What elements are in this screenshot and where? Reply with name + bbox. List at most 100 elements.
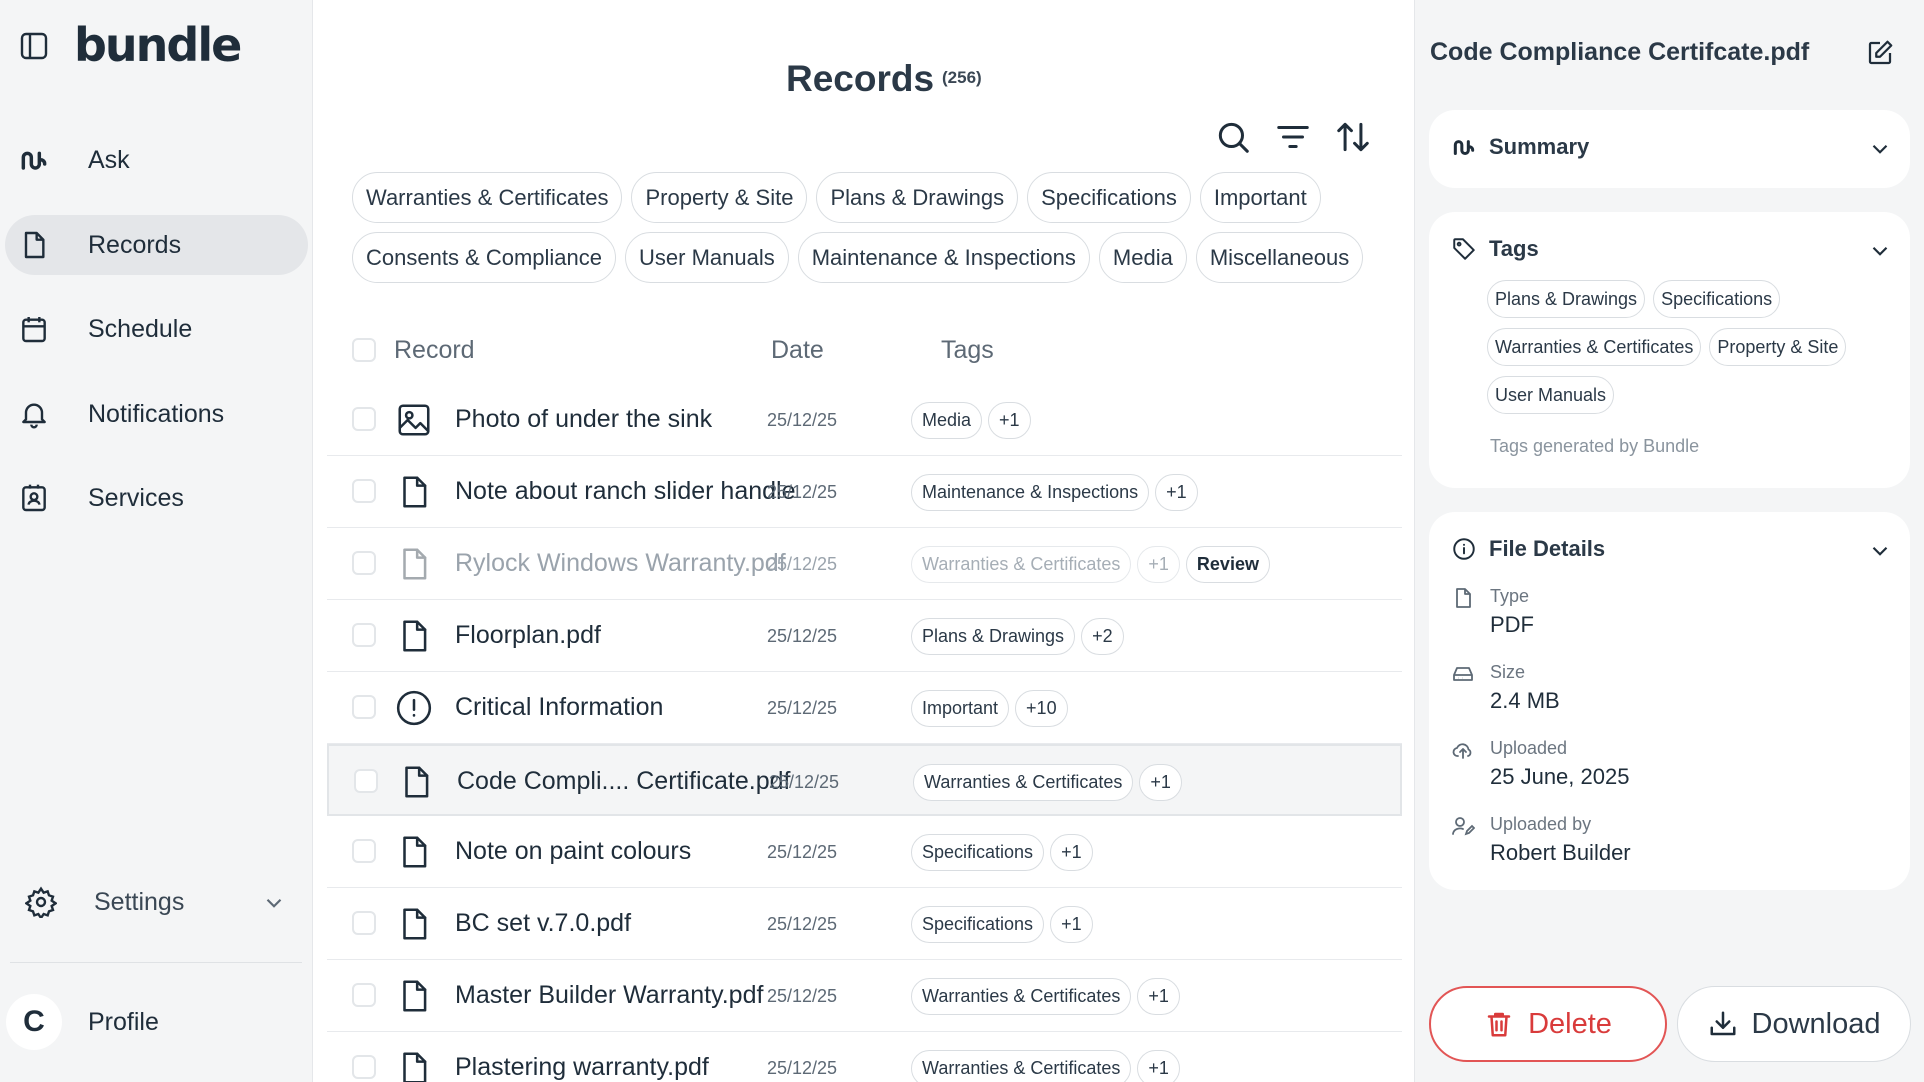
more-tags-chip[interactable]: +1 [988, 402, 1031, 439]
record-name[interactable]: Master Builder Warranty.pdf [455, 981, 763, 1010]
record-name[interactable]: Photo of under the sink [455, 405, 712, 434]
record-name[interactable]: Note about ranch slider handle [455, 477, 796, 506]
tag-chip[interactable]: Warranties & Certificates [911, 546, 1132, 583]
table-row[interactable]: BC set v.7.0.pdf 25/12/25 Specifications +1 [327, 888, 1402, 960]
row-checkbox[interactable] [352, 407, 376, 431]
row-checkbox[interactable] [352, 551, 376, 575]
more-tags-chip[interactable]: +1 [1137, 1050, 1180, 1082]
review-badge[interactable]: Review [1185, 546, 1270, 583]
sidebar-item-services[interactable]: Services [5, 468, 308, 528]
table-row[interactable]: Photo of under the sink 25/12/25 Media +1 [327, 384, 1402, 456]
profile-link[interactable]: Profile [88, 1008, 159, 1037]
record-tags: Maintenance & Inspections +1 [911, 474, 1198, 511]
document-icon [403, 836, 427, 868]
filter-chip[interactable]: Property & Site [631, 172, 808, 223]
tag-chip[interactable]: Warranties & Certificates [911, 978, 1132, 1015]
more-tags-chip[interactable]: +2 [1081, 618, 1124, 655]
more-tags-chip[interactable]: +1 [1050, 906, 1093, 943]
row-checkbox[interactable] [352, 479, 376, 503]
filter-chip[interactable]: User Manuals [625, 232, 789, 283]
record-name[interactable]: Critical Information [455, 693, 663, 722]
file-tag[interactable]: Specifications [1653, 280, 1781, 318]
settings-menu[interactable]: Settings [5, 872, 308, 932]
tag-chip[interactable]: Warranties & Certificates [911, 1050, 1132, 1082]
file-tag[interactable]: Property & Site [1709, 328, 1847, 366]
sidebar-item-ask[interactable]: Ask [5, 130, 308, 190]
info-icon [1453, 538, 1475, 560]
file-tag[interactable]: User Manuals [1487, 376, 1615, 414]
more-tags-chip[interactable]: +1 [1155, 474, 1198, 511]
record-date: 25/12/25 [769, 772, 840, 792]
table-row[interactable]: Code Compli.... Certificate.pdf 25/12/25 W… [327, 744, 1402, 816]
more-tags-chip[interactable]: +1 [1137, 978, 1180, 1015]
sidebar-toggle-icon[interactable] [18, 30, 50, 62]
filter-chip[interactable]: Important [1199, 172, 1321, 223]
image-icon [398, 404, 430, 436]
row-checkbox[interactable] [352, 1055, 376, 1079]
column-tags[interactable]: Tags [941, 336, 994, 365]
table-row[interactable]: Master Builder Warranty.pdf 25/12/25 Warra… [327, 960, 1402, 1032]
sidebar-item-notifications[interactable]: Notifications [5, 384, 308, 444]
record-name[interactable]: Code Compli.... Certificate.pdf [457, 767, 790, 796]
row-checkbox[interactable] [352, 623, 376, 647]
chevron-down-icon[interactable] [1867, 136, 1893, 162]
more-tags-chip[interactable]: +1 [1137, 546, 1180, 583]
filter-chip[interactable]: Warranties & Certificates [352, 172, 623, 223]
tag-chip[interactable]: Plans & Drawings [911, 618, 1076, 655]
chevron-down-icon[interactable] [1867, 538, 1893, 564]
tag-chip[interactable]: Specifications [911, 906, 1045, 943]
filter-chip[interactable]: Plans & Drawings [816, 172, 1019, 223]
delete-button[interactable]: Delete [1429, 986, 1667, 1062]
column-record[interactable]: Record [394, 336, 475, 365]
record-name[interactable]: Plastering warranty.pdf [455, 1053, 709, 1082]
records-table: Photo of under the sink 25/12/25 Media +1 No… [327, 384, 1402, 1082]
tag-chip[interactable]: Maintenance & Inspections [911, 474, 1150, 511]
more-tags-chip[interactable]: +1 [1050, 834, 1093, 871]
record-name[interactable]: Note on paint colours [455, 837, 691, 866]
filter-chip[interactable]: Specifications [1027, 172, 1191, 223]
tag-chip[interactable]: Media [911, 402, 983, 439]
table-row[interactable]: Note on paint colours 25/12/25 Specificati… [327, 816, 1402, 888]
table-row[interactable]: Critical Information 25/12/25 Important +10 [327, 672, 1402, 744]
row-checkbox[interactable] [352, 983, 376, 1007]
row-checkbox[interactable] [354, 769, 378, 793]
tag-chip[interactable]: Warranties & Certificates [913, 764, 1134, 801]
record-tags: Warranties & Certificates +1 Review [911, 546, 1270, 583]
select-all-checkbox[interactable] [352, 338, 376, 362]
table-row[interactable]: Plastering warranty.pdf 25/12/25 Warrantie… [327, 1032, 1402, 1082]
table-row[interactable]: Floorplan.pdf 25/12/25 Plans & Drawings +2 [327, 600, 1402, 672]
sort-icon[interactable] [1334, 118, 1372, 156]
sidebar-item-records[interactable]: Records [5, 215, 308, 275]
filter-chip[interactable]: Media [1098, 232, 1187, 283]
summary-card[interactable]: Summary [1429, 110, 1910, 188]
more-tags-chip[interactable]: +10 [1015, 690, 1068, 727]
filter-icon[interactable] [1274, 118, 1312, 156]
tag-chip[interactable]: Specifications [911, 834, 1045, 871]
sidebar-item-schedule[interactable]: Schedule [5, 299, 308, 359]
row-checkbox[interactable] [352, 695, 376, 719]
detail-label: Type [1490, 586, 1530, 606]
record-date: 25/12/25 [767, 698, 838, 718]
app-logo[interactable]: bundle [74, 18, 242, 72]
record-name[interactable]: Rylock Windows Warranty.pdf [455, 549, 786, 578]
file-tag[interactable]: Warranties & Certificates [1487, 328, 1702, 366]
file-tag[interactable]: Plans & Drawings [1487, 280, 1646, 318]
tag-chip[interactable]: Important [911, 690, 1010, 727]
filter-chip[interactable]: Consents & Compliance [352, 232, 617, 283]
column-date[interactable]: Date [771, 336, 824, 365]
filter-chip[interactable]: Miscellaneous [1195, 232, 1364, 283]
table-row[interactable]: Note about ranch slider handle 25/12/25 Ma… [327, 456, 1402, 528]
record-name[interactable]: Floorplan.pdf [455, 621, 601, 650]
edit-icon[interactable] [1865, 38, 1895, 68]
filter-chip[interactable]: Maintenance & Inspections [797, 232, 1090, 283]
table-row[interactable]: Rylock Windows Warranty.pdf 25/12/25 Warra… [327, 528, 1402, 600]
more-tags-chip[interactable]: +1 [1139, 764, 1182, 801]
row-checkbox[interactable] [352, 911, 376, 935]
search-icon[interactable] [1214, 118, 1252, 156]
row-checkbox[interactable] [352, 839, 376, 863]
download-button[interactable]: Download [1677, 986, 1911, 1062]
record-name[interactable]: BC set v.7.0.pdf [455, 909, 631, 938]
settings-label: Settings [94, 888, 185, 916]
chevron-down-icon[interactable] [1867, 238, 1893, 264]
avatar[interactable]: C [6, 994, 62, 1050]
